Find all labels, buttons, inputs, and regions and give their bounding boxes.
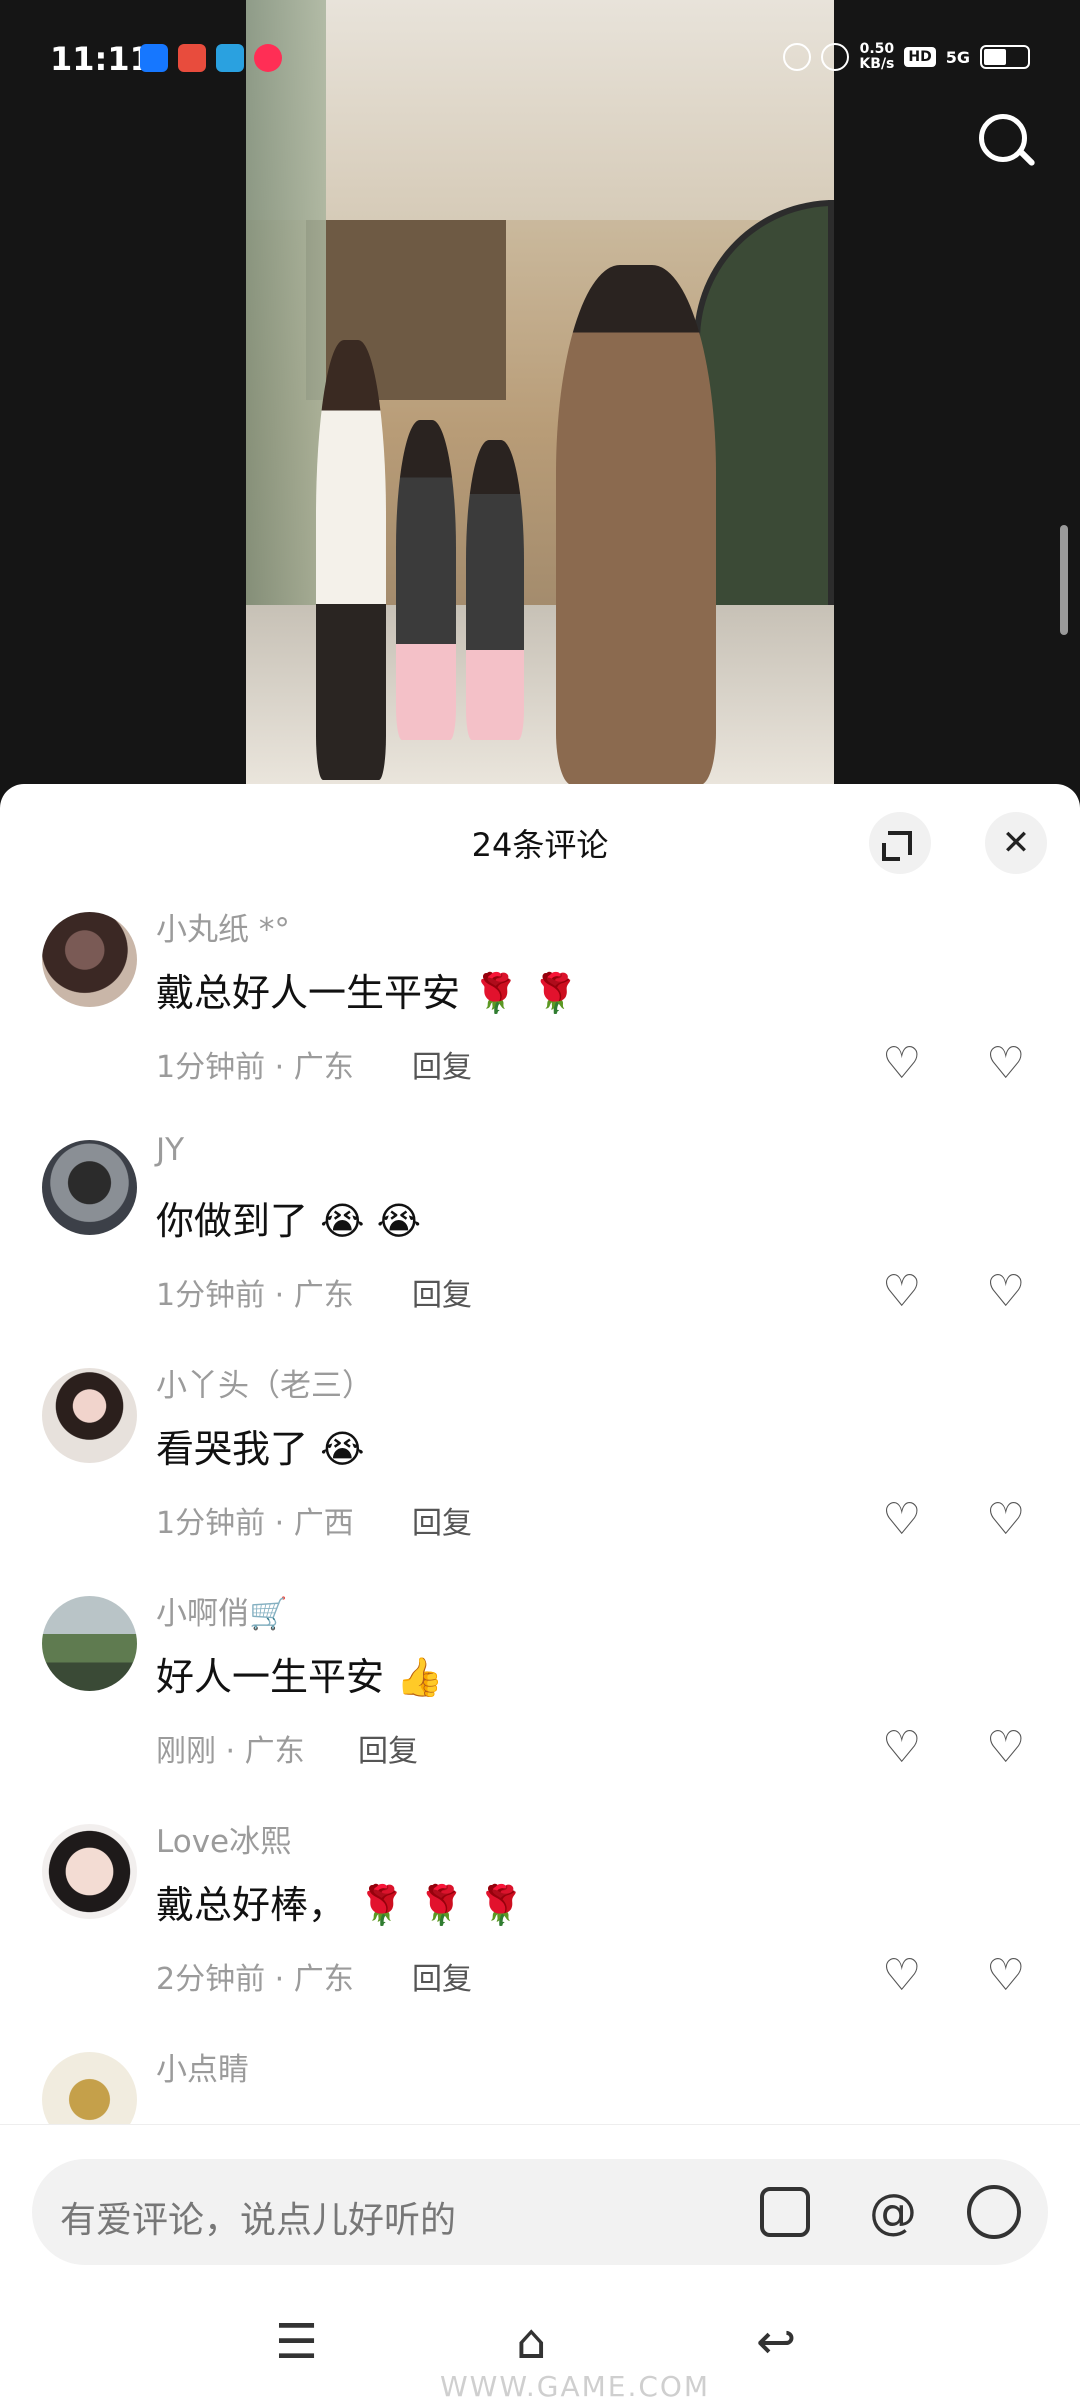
comment-username[interactable]: 小丸纸 *° (156, 904, 290, 949)
thumbs-up-emoji: 👍 (396, 1655, 444, 1699)
dislike-icon[interactable]: ♡ (986, 1726, 1025, 1770)
comment-sheet-header: 24条评论 ✕ (0, 784, 1080, 894)
comment-meta: 1分钟前 · 广东 (156, 1278, 354, 1313)
expand-button[interactable] (869, 812, 931, 874)
status-time: 11:11 (50, 40, 152, 78)
avatar[interactable] (42, 1140, 137, 1235)
signal-icon: 5G (945, 47, 970, 67)
dislike-icon[interactable]: ♡ (986, 1954, 1025, 1998)
comment-text: 你做到了 😭 😭 (156, 1199, 422, 1243)
status-bar: 11:11 0.50 KB/s HD 5G (0, 0, 1080, 120)
rose-emoji: 🌹 (417, 1883, 465, 1927)
comment-input[interactable]: 有爱评论，说点儿好听的 @ (32, 2159, 1048, 2265)
reply-button[interactable]: 回复 (412, 1042, 472, 1086)
comment-text: 好人一生平安 👍 (156, 1655, 444, 1699)
avatar[interactable] (42, 1824, 137, 1919)
comment-list[interactable]: 小丸纸 *° 戴总好人一生平安 🌹 🌹 1分钟前 · 广东 回复 ♡ ♡ JY … (0, 894, 1080, 2134)
close-icon: ✕ (1001, 823, 1031, 863)
video-app-icon (254, 44, 282, 72)
search-icon[interactable] (975, 110, 1037, 172)
video-person-man (556, 265, 716, 785)
menu-icon[interactable]: ☰ (275, 2314, 318, 2370)
status-right-icons: 0.50 KB/s HD 5G (783, 42, 1030, 72)
avatar[interactable] (42, 1596, 137, 1691)
emoji-icon[interactable] (967, 2185, 1021, 2239)
like-icon[interactable]: ♡ (882, 1042, 921, 1086)
like-icon[interactable]: ♡ (882, 1270, 921, 1314)
comment-item: JY 你做到了 😭 😭 1分钟前 · 广东 回复 ♡ ♡ (0, 1122, 1080, 1350)
comment-meta: 1分钟前 · 广东 (156, 1050, 354, 1085)
video-person-woman (316, 340, 386, 780)
crying-emoji: 😭 (376, 1199, 422, 1243)
dislike-icon[interactable]: ♡ (986, 1042, 1025, 1086)
comment-item: 小点睛 (0, 2034, 1080, 2134)
mention-icon[interactable]: @ (862, 2181, 924, 2243)
like-icon[interactable]: ♡ (882, 1498, 921, 1542)
comment-item: 小丫头（老三） 看哭我了 😭 1分钟前 · 广西 回复 ♡ ♡ (0, 1350, 1080, 1578)
comment-username[interactable]: 小丫头（老三） (156, 1360, 373, 1405)
comment-text: 戴总好棒， 🌹 🌹 🌹 (156, 1883, 525, 1927)
reply-button[interactable]: 回复 (358, 1726, 418, 1770)
alarm-icon (783, 43, 812, 71)
comment-item: Love冰熙 戴总好棒， 🌹 🌹 🌹 2分钟前 · 广东 回复 ♡ ♡ (0, 1806, 1080, 2034)
reply-button[interactable]: 回复 (412, 1498, 472, 1542)
telegram-icon (216, 44, 244, 72)
network-speed: 0.50 KB/s (859, 41, 895, 72)
like-icon[interactable]: ♡ (882, 1954, 921, 1998)
comment-meta: 刚刚 · 广东 (156, 1734, 305, 1769)
image-icon[interactable] (760, 2187, 810, 2237)
comment-username[interactable]: JY (156, 1132, 184, 1168)
rose-emoji: 🌹 (472, 971, 520, 1015)
home-icon[interactable]: ⌂ (516, 2314, 546, 2370)
avatar[interactable] (42, 2052, 137, 2134)
mute-icon (821, 43, 850, 71)
back-icon[interactable]: ↩ (756, 2314, 796, 2370)
avatar[interactable] (42, 1368, 137, 1463)
crying-emoji: 😭 (320, 1199, 365, 1243)
video-person-girl-2 (466, 440, 524, 740)
video-person-girl-1 (396, 420, 456, 740)
comment-meta: 2分钟前 · 广东 (156, 1962, 354, 1997)
dislike-icon[interactable]: ♡ (986, 1498, 1025, 1542)
comment-item: 小丸纸 *° 戴总好人一生平安 🌹 🌹 1分钟前 · 广东 回复 ♡ ♡ (0, 894, 1080, 1122)
app-58-icon (178, 44, 206, 72)
rose-emoji: 🌹 (476, 1883, 525, 1927)
rose-emoji: 🌹 (531, 971, 579, 1015)
comment-sheet: 24条评论 ✕ 小丸纸 *° 戴总好人一生平安 🌹 🌹 1分钟前 · 广东 回复… (0, 784, 1080, 2400)
hd-badge: HD (904, 47, 936, 67)
expand-icon (882, 831, 912, 861)
alipay-icon (140, 44, 168, 72)
avatar[interactable] (42, 912, 137, 1007)
comment-text: 看哭我了 😭 (156, 1427, 365, 1471)
like-icon[interactable]: ♡ (882, 1726, 921, 1770)
battery-icon (980, 45, 1030, 69)
reply-button[interactable]: 回复 (412, 1954, 472, 1998)
close-button[interactable]: ✕ (985, 812, 1047, 874)
crying-emoji: 😭 (320, 1427, 365, 1471)
comment-item: 小啊俏🛒 好人一生平安 👍 刚刚 · 广东 回复 ♡ ♡ (0, 1578, 1080, 1806)
comment-meta: 1分钟前 · 广西 (156, 1506, 354, 1541)
comment-username[interactable]: 小点睛 (156, 2044, 249, 2089)
watermark: WWW.GAME.COM (440, 2370, 711, 2400)
rose-emoji: 🌹 (358, 1883, 406, 1927)
comment-text: 戴总好人一生平安 🌹 🌹 (156, 971, 579, 1015)
scroll-indicator (1060, 525, 1068, 635)
notification-icons (140, 44, 282, 72)
comment-username[interactable]: 小啊俏🛒 (156, 1588, 288, 1633)
dislike-icon[interactable]: ♡ (986, 1270, 1025, 1314)
comment-input-bar: 有爱评论，说点儿好听的 @ (0, 2124, 1080, 2265)
reply-button[interactable]: 回复 (412, 1270, 472, 1314)
comment-username[interactable]: Love冰熙 (156, 1816, 291, 1861)
system-nav-bar: ☰ ⌂ ↩ WWW.GAME.COM (0, 2274, 1080, 2400)
comment-input-placeholder: 有爱评论，说点儿好听的 (60, 2200, 457, 2241)
